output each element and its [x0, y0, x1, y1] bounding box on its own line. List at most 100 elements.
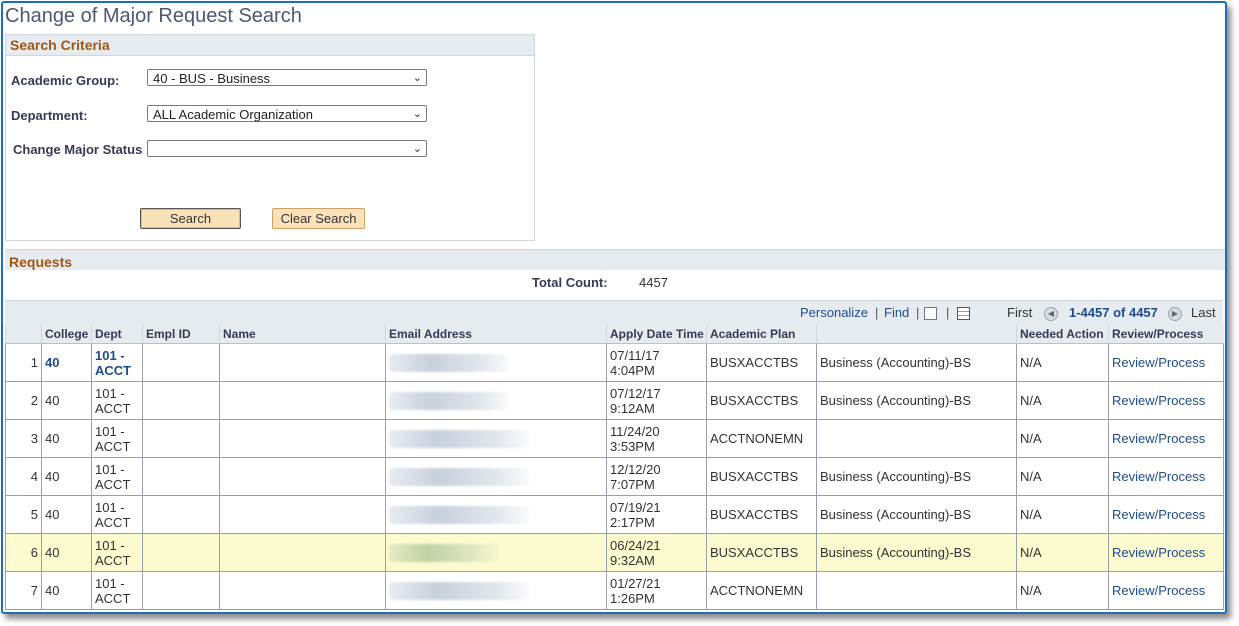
plan-description-cell — [816, 571, 1017, 610]
review-process-link[interactable]: Review/Process — [1112, 507, 1205, 522]
dept-cell[interactable]: 101 - ACCT — [91, 343, 143, 382]
dept-cell: 101 - ACCT — [91, 571, 143, 610]
column-header-college: College — [41, 324, 92, 344]
empl-id-cell — [142, 571, 220, 610]
academic-plan-cell: BUSXACCTBS — [706, 495, 817, 534]
row-number: 5 — [5, 495, 42, 534]
table-row: 3 40 101 - ACCT 11/24/20 3:53PM ACCTNONEM… — [5, 419, 1224, 458]
name-cell — [219, 419, 386, 458]
apply-date: 07/11/17 — [610, 347, 660, 363]
redacted-email — [389, 581, 529, 600]
college-cell[interactable]: 40 — [41, 343, 92, 382]
academic-plan-cell: BUSXACCTBS — [706, 381, 817, 420]
find-link[interactable]: Find — [884, 305, 909, 320]
apply-date-cell: 07/11/17 4:04PM — [606, 343, 707, 382]
plan-description-cell — [816, 419, 1017, 458]
column-header-plan-description — [816, 324, 1017, 344]
apply-time: 9:12AM — [610, 400, 655, 416]
page-range: 1-4457 of 4457 — [1069, 305, 1158, 320]
review-process-link[interactable]: Review/Process — [1112, 469, 1205, 484]
row-number: 3 — [5, 419, 42, 458]
review-process-link[interactable]: Review/Process — [1112, 355, 1205, 370]
academic-group-value: 40 - BUS - Business — [153, 71, 271, 86]
review-process-cell[interactable]: Review/Process — [1108, 381, 1224, 420]
total-count-label: Total Count: — [532, 275, 608, 290]
review-process-link[interactable]: Review/Process — [1112, 583, 1205, 598]
last-label: Last — [1191, 305, 1216, 320]
row-number: 6 — [5, 533, 42, 572]
view-all-icon[interactable] — [924, 305, 937, 321]
table-row: 2 40 101 - ACCT 07/12/17 9:12AM BUSXACCTB… — [5, 381, 1224, 420]
review-process-cell[interactable]: Review/Process — [1108, 571, 1224, 610]
college-cell: 40 — [41, 457, 92, 496]
personalize-link[interactable]: Personalize — [800, 305, 868, 320]
name-cell — [219, 343, 386, 382]
next-page-button[interactable]: ▶ — [1168, 305, 1182, 321]
table-row-highlighted: 6 40 101 - ACCT 06/24/21 9:32AM BUSXACCTB… — [5, 533, 1224, 572]
apply-date: 07/12/17 — [610, 385, 661, 401]
download-grid-icon[interactable] — [957, 305, 970, 321]
apply-date: 01/27/21 — [610, 575, 661, 591]
review-process-link[interactable]: Review/Process — [1112, 545, 1205, 560]
apply-time: 1:26PM — [610, 590, 655, 606]
column-header-needed-action: Needed Action — [1016, 324, 1109, 344]
page-title: Change of Major Request Search — [5, 5, 302, 27]
first-label: First — [1007, 305, 1033, 320]
name-cell — [219, 495, 386, 534]
apply-date-cell: 01/27/21 1:26PM — [606, 571, 707, 610]
review-process-cell[interactable]: Review/Process — [1108, 419, 1224, 458]
department-value: ALL Academic Organization — [153, 107, 313, 122]
needed-action-cell: N/A — [1016, 533, 1109, 572]
review-process-cell[interactable]: Review/Process — [1108, 457, 1224, 496]
empl-id-cell — [142, 457, 220, 496]
clear-search-button[interactable]: Clear Search — [272, 208, 365, 229]
academic-group-select[interactable]: 40 - BUS - Business ⌄ — [147, 69, 427, 86]
redacted-email — [389, 505, 529, 524]
needed-action-cell: N/A — [1016, 419, 1109, 458]
grid-toolbar: Personalize | Find | | First ◀ 1-4457 of… — [5, 300, 1223, 325]
app-window: Change of Major Request Search Search Cr… — [1, 1, 1227, 614]
academic-plan-cell: ACCTNONEMN — [706, 571, 817, 610]
change-major-status-select[interactable]: ⌄ — [147, 140, 427, 157]
needed-action-cell: N/A — [1016, 343, 1109, 382]
apply-time: 7:07PM — [610, 476, 655, 492]
empl-id-cell — [142, 533, 220, 572]
review-process-link[interactable]: Review/Process — [1112, 393, 1205, 408]
department-select[interactable]: ALL Academic Organization ⌄ — [147, 105, 427, 122]
apply-date: 06/24/21 — [610, 537, 661, 553]
review-process-cell[interactable]: Review/Process — [1108, 343, 1224, 382]
college-link[interactable]: 40 — [45, 355, 59, 370]
academic-group-label: Academic Group: — [11, 73, 120, 88]
empl-id-cell — [142, 495, 220, 534]
plan-description-cell: Business (Accounting)-BS — [816, 381, 1017, 420]
college-cell: 40 — [41, 495, 92, 534]
email-cell — [385, 571, 607, 610]
popout-icon — [924, 307, 937, 321]
dept-link[interactable]: 101 - ACCT — [95, 348, 131, 378]
search-button[interactable]: Search — [140, 208, 241, 229]
previous-page-button[interactable]: ◀ — [1044, 305, 1058, 321]
table-row: 7 40 101 - ACCT 01/27/21 1:26PM ACCTNONEM… — [5, 571, 1224, 610]
requests-table: College Dept Empl ID Name Email Address … — [5, 324, 1224, 610]
email-cell — [385, 419, 607, 458]
apply-date: 07/19/21 — [610, 499, 661, 515]
email-cell — [385, 495, 607, 534]
dept-cell: 101 - ACCT — [91, 495, 143, 534]
requests-heading: Requests — [5, 249, 1225, 270]
review-process-cell[interactable]: Review/Process — [1108, 533, 1224, 572]
toolbar-separator: | — [916, 305, 920, 320]
table-header-row: College Dept Empl ID Name Email Address … — [5, 324, 1224, 344]
redacted-email — [389, 353, 509, 372]
chevron-down-icon: ⌄ — [412, 143, 422, 155]
apply-date-cell: 11/24/20 3:53PM — [606, 419, 707, 458]
chevron-down-icon: ⌄ — [412, 108, 422, 120]
empl-id-cell — [142, 381, 220, 420]
needed-action-cell: N/A — [1016, 381, 1109, 420]
email-cell — [385, 343, 607, 382]
review-process-link[interactable]: Review/Process — [1112, 431, 1205, 446]
column-header-email: Email Address — [385, 324, 607, 344]
search-criteria-heading: Search Criteria — [6, 35, 534, 56]
table-row: 4 40 101 - ACCT 12/12/20 7:07PM BUSXACCTB… — [5, 457, 1224, 496]
chevron-down-icon: ⌄ — [412, 72, 422, 84]
review-process-cell[interactable]: Review/Process — [1108, 495, 1224, 534]
